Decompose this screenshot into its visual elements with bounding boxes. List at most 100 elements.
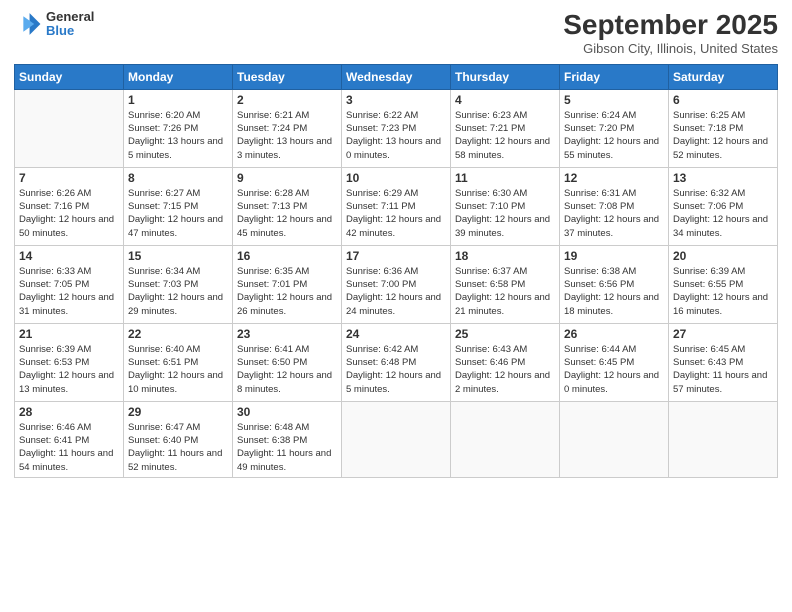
day-number: 23 [237,327,337,341]
day-info: Sunrise: 6:41 AMSunset: 6:50 PMDaylight:… [237,343,337,396]
day-number: 30 [237,405,337,419]
calendar-cell: 5Sunrise: 6:24 AMSunset: 7:20 PMDaylight… [560,89,669,167]
calendar-cell: 4 Sunrise: 6:23 AMSunset: 7:21 PMDaylight… [451,89,560,167]
day-number: 2 [237,93,337,107]
day-header-saturday: Saturday [669,64,778,89]
calendar-cell: 25Sunrise: 6:43 AMSunset: 6:46 PMDayligh… [451,323,560,401]
day-header-row: SundayMondayTuesdayWednesdayThursdayFrid… [15,64,778,89]
day-info: Sunrise: 6:38 AMSunset: 6:56 PMDaylight:… [564,265,664,318]
calendar-cell: 15Sunrise: 6:34 AMSunset: 7:03 PMDayligh… [124,245,233,323]
week-row-2: 7Sunrise: 6:26 AMSunset: 7:16 PMDaylight… [15,167,778,245]
day-header-friday: Friday [560,64,669,89]
day-info: Sunrise: 6:48 AMSunset: 6:38 PMDaylight:… [237,421,337,474]
logo-icon [14,10,42,38]
week-row-1: 1Sunrise: 6:20 AMSunset: 7:26 PMDaylight… [15,89,778,167]
calendar-cell [560,401,669,477]
calendar-cell: 3 Sunrise: 6:22 AMSunset: 7:23 PMDaylight… [342,89,451,167]
day-number: 27 [673,327,773,341]
calendar-cell: 29 Sunrise: 6:47 AMSunset: 6:40 PMDayligh… [124,401,233,477]
calendar-cell: 27 Sunrise: 6:45 AMSunset: 6:43 PMDayligh… [669,323,778,401]
day-info: Sunrise: 6:28 AMSunset: 7:13 PMDaylight:… [237,187,337,240]
day-number: 12 [564,171,664,185]
day-info: Sunrise: 6:21 AMSunset: 7:24 PMDaylight:… [237,109,337,162]
day-info: Sunrise: 6:30 AMSunset: 7:10 PMDaylight:… [455,187,555,240]
calendar-subtitle: Gibson City, Illinois, United States [563,41,778,56]
day-number: 4 [455,93,555,107]
calendar-cell: 19 Sunrise: 6:38 AMSunset: 6:56 PMDayligh… [560,245,669,323]
calendar-cell: 10 Sunrise: 6:29 AMSunset: 7:11 PMDayligh… [342,167,451,245]
day-number: 24 [346,327,446,341]
day-info: Sunrise: 6:42 AMSunset: 6:48 PMDaylight:… [346,343,446,396]
day-number: 7 [19,171,119,185]
calendar-table: SundayMondayTuesdayWednesdayThursdayFrid… [14,64,778,478]
calendar-cell: 26 Sunrise: 6:44 AMSunset: 6:45 PMDayligh… [560,323,669,401]
day-header-sunday: Sunday [15,64,124,89]
day-info: Sunrise: 6:31 AMSunset: 7:08 PMDaylight:… [564,187,664,240]
calendar-cell: 14 Sunrise: 6:33 AMSunset: 7:05 PMDayligh… [15,245,124,323]
title-block: September 2025 Gibson City, Illinois, Un… [563,10,778,56]
day-number: 16 [237,249,337,263]
day-info: Sunrise: 6:39 AMSunset: 6:55 PMDaylight:… [673,265,773,318]
day-number: 20 [673,249,773,263]
day-number: 1 [128,93,228,107]
day-info: Sunrise: 6:35 AMSunset: 7:01 PMDaylight:… [237,265,337,318]
week-row-3: 14 Sunrise: 6:33 AMSunset: 7:05 PMDayligh… [15,245,778,323]
day-number: 13 [673,171,773,185]
day-number: 17 [346,249,446,263]
day-number: 3 [346,93,446,107]
calendar-cell [15,89,124,167]
day-number: 14 [19,249,119,263]
day-info: Sunrise: 6:44 AMSunset: 6:45 PMDaylight:… [564,343,664,396]
day-info: Sunrise: 6:23 AMSunset: 7:21 PMDaylight:… [455,109,555,162]
page: General Blue September 2025 Gibson City,… [0,0,792,612]
logo-general: General [46,10,94,24]
calendar-cell: 16 Sunrise: 6:35 AMSunset: 7:01 PMDayligh… [233,245,342,323]
calendar-cell: 21Sunrise: 6:39 AMSunset: 6:53 PMDayligh… [15,323,124,401]
calendar-cell: 12 Sunrise: 6:31 AMSunset: 7:08 PMDayligh… [560,167,669,245]
day-number: 5 [564,93,664,107]
day-number: 29 [128,405,228,419]
day-header-wednesday: Wednesday [342,64,451,89]
day-number: 8 [128,171,228,185]
week-row-5: 28Sunrise: 6:46 AMSunset: 6:41 PMDayligh… [15,401,778,477]
day-number: 25 [455,327,555,341]
day-info: Sunrise: 6:32 AMSunset: 7:06 PMDaylight:… [673,187,773,240]
day-number: 19 [564,249,664,263]
day-info: Sunrise: 6:29 AMSunset: 7:11 PMDaylight:… [346,187,446,240]
calendar-cell: 18Sunrise: 6:37 AMSunset: 6:58 PMDayligh… [451,245,560,323]
day-info: Sunrise: 6:22 AMSunset: 7:23 PMDaylight:… [346,109,446,162]
calendar-cell: 20 Sunrise: 6:39 AMSunset: 6:55 PMDayligh… [669,245,778,323]
header: General Blue September 2025 Gibson City,… [14,10,778,56]
calendar-cell [451,401,560,477]
day-number: 10 [346,171,446,185]
day-info: Sunrise: 6:45 AMSunset: 6:43 PMDaylight:… [673,343,773,396]
logo-text: General Blue [46,10,94,39]
calendar-title: September 2025 [563,10,778,41]
day-number: 15 [128,249,228,263]
calendar-cell: 11Sunrise: 6:30 AMSunset: 7:10 PMDayligh… [451,167,560,245]
calendar-cell [669,401,778,477]
calendar-cell: 9 Sunrise: 6:28 AMSunset: 7:13 PMDaylight… [233,167,342,245]
day-header-thursday: Thursday [451,64,560,89]
calendar-cell: 17Sunrise: 6:36 AMSunset: 7:00 PMDayligh… [342,245,451,323]
day-info: Sunrise: 6:27 AMSunset: 7:15 PMDaylight:… [128,187,228,240]
day-header-tuesday: Tuesday [233,64,342,89]
day-number: 22 [128,327,228,341]
calendar-cell [342,401,451,477]
week-row-4: 21Sunrise: 6:39 AMSunset: 6:53 PMDayligh… [15,323,778,401]
calendar-cell: 2 Sunrise: 6:21 AMSunset: 7:24 PMDaylight… [233,89,342,167]
calendar-cell: 28Sunrise: 6:46 AMSunset: 6:41 PMDayligh… [15,401,124,477]
day-info: Sunrise: 6:40 AMSunset: 6:51 PMDaylight:… [128,343,228,396]
day-number: 26 [564,327,664,341]
calendar-cell: 8 Sunrise: 6:27 AMSunset: 7:15 PMDaylight… [124,167,233,245]
day-number: 9 [237,171,337,185]
day-number: 28 [19,405,119,419]
day-number: 21 [19,327,119,341]
calendar-cell: 30 Sunrise: 6:48 AMSunset: 6:38 PMDayligh… [233,401,342,477]
calendar-cell: 13 Sunrise: 6:32 AMSunset: 7:06 PMDayligh… [669,167,778,245]
day-info: Sunrise: 6:33 AMSunset: 7:05 PMDaylight:… [19,265,119,318]
day-info: Sunrise: 6:25 AMSunset: 7:18 PMDaylight:… [673,109,773,162]
day-number: 18 [455,249,555,263]
day-info: Sunrise: 6:47 AMSunset: 6:40 PMDaylight:… [128,421,228,474]
calendar-cell: 23 Sunrise: 6:41 AMSunset: 6:50 PMDayligh… [233,323,342,401]
